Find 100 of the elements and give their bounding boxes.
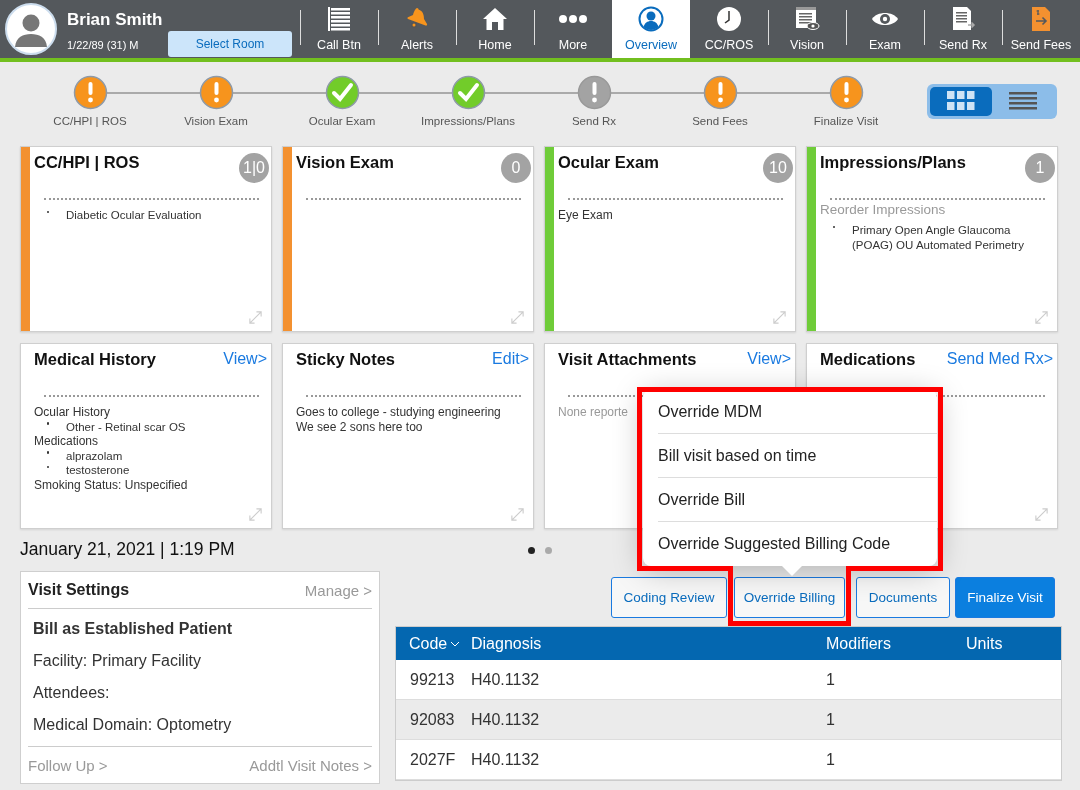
page-dot[interactable]: [545, 547, 552, 554]
visit-notes-link[interactable]: Addtl Visit Notes >: [249, 756, 372, 774]
nav-tab[interactable]: Send Rx: [924, 0, 1002, 58]
list-item: testosterone: [66, 463, 130, 478]
patient-name: Brian Smith: [67, 9, 163, 30]
expand-icon[interactable]: [1034, 507, 1049, 522]
document-arrow-icon: [950, 6, 976, 32]
card-text: Smoking Status: Unspecified: [34, 477, 189, 492]
card-title: Ocular Exam: [558, 153, 659, 172]
check-icon: [324, 75, 360, 110]
expand-icon[interactable]: [510, 310, 525, 325]
card-text: Ocular History: [34, 405, 111, 420]
table-cell-text: 92083: [409, 710, 456, 729]
document-eye-icon: [794, 6, 820, 32]
view-button[interactable]: [930, 86, 992, 116]
step-label: Send Rx: [571, 115, 617, 127]
table-cell-text: 99213: [409, 670, 456, 689]
sort-chevron-icon[interactable]: [450, 640, 461, 647]
menu-item[interactable]: Bill visit based on time: [658, 434, 937, 478]
card-text: We see 2 sons here too: [296, 419, 424, 434]
table-cell-text: H40.1132: [471, 710, 541, 729]
nav-tab[interactable]: Home: [456, 0, 534, 58]
manage-link[interactable]: Manage >: [304, 581, 372, 599]
select-room-button[interactable]: Select Room: [168, 31, 292, 57]
card-text: Medications: [34, 434, 100, 449]
check-icon: [450, 75, 486, 110]
blinds-icon: [326, 6, 352, 32]
list-item: Diabetic Ocular Evaluation: [66, 208, 202, 223]
card-link[interactable]: View>: [223, 350, 267, 368]
expand-icon[interactable]: [248, 507, 263, 522]
reorder-link[interactable]: Reorder Impressions: [820, 202, 1045, 217]
count-badge: 0: [501, 153, 531, 183]
page-dot[interactable]: [528, 547, 535, 554]
patient-dob: 1/22/89 (31) M: [67, 38, 140, 51]
empty-text: None reporte: [558, 405, 629, 420]
count-badge: 1: [1025, 153, 1055, 183]
nav-tab[interactable]: CC/ROS: [690, 0, 768, 58]
panel-title: Visit Settings: [28, 581, 130, 599]
card-link[interactable]: Send Med Rx>: [946, 350, 1053, 368]
action-button[interactable]: Coding Review: [611, 577, 727, 618]
grid-icon: [947, 91, 975, 111]
card-link[interactable]: View>: [747, 350, 791, 368]
table-cell-text: 1: [826, 670, 836, 689]
column-header[interactable]: Code: [396, 634, 471, 653]
follow-up-link[interactable]: Follow Up >: [28, 756, 108, 774]
setting-text: Facility: Primary Facility: [33, 651, 202, 670]
table-cell-text: H40.1132: [471, 670, 541, 689]
person-icon: [638, 6, 664, 32]
nav-tab[interactable]: More: [534, 0, 612, 58]
list-icon: [1009, 91, 1037, 111]
warning-icon: [702, 75, 738, 110]
visit-date: January 21, 2021 | 1:19 PM: [20, 539, 236, 560]
nav-tab[interactable]: Send Fees: [1002, 0, 1080, 58]
avatar-icon: [5, 3, 57, 55]
card-link[interactable]: Edit>: [492, 350, 529, 368]
table-cell-text: 1: [826, 750, 836, 769]
expand-icon[interactable]: [772, 310, 787, 325]
list-item: Primary Open Angle Glaucoma (POAG) OU Automated Perimetry: [852, 223, 1025, 252]
nav-tab[interactable]: Vision: [768, 0, 846, 58]
menu-item[interactable]: Override MDM: [658, 390, 937, 434]
list-item: alprazolam: [66, 448, 123, 463]
table-cell-text: H40.1132: [471, 750, 541, 769]
action-button[interactable]: Override Billing: [734, 577, 845, 618]
menu-item[interactable]: Override Suggested Billing Code: [658, 522, 937, 566]
step-label: Ocular Exam: [308, 115, 376, 127]
table-cell-text: 2027F: [409, 750, 457, 769]
column-header: Units: [966, 634, 1004, 653]
action-button[interactable]: Finalize Visit: [955, 577, 1055, 618]
nav-tab[interactable]: Alerts: [378, 0, 456, 58]
card-title: Visit Attachments: [558, 350, 697, 369]
column-header: Modifiers: [826, 634, 892, 653]
warning-icon: [828, 75, 864, 110]
count-badge: 1|0: [239, 153, 269, 183]
nav-tab[interactable]: Overview: [612, 0, 690, 58]
warning-icon: [198, 75, 234, 110]
step-label: Impressions/Plans: [421, 115, 515, 127]
setting-text: Medical Domain: Optometry: [33, 715, 233, 734]
column-header: Diagnosis: [471, 634, 543, 653]
step-label: Finalize Visit: [813, 115, 879, 127]
nav-tab[interactable]: Exam: [846, 0, 924, 58]
card-title: Medical History: [34, 350, 156, 369]
setting-text: Bill as Established Patient: [33, 619, 234, 638]
step-label: CC/HPI | ROS: [53, 115, 127, 127]
expand-icon[interactable]: [248, 310, 263, 325]
table-cell-text: 1: [826, 710, 836, 729]
setting-text: Attendees:: [33, 683, 111, 702]
expand-icon[interactable]: [1034, 310, 1049, 325]
step-label: Send Fees: [692, 115, 748, 127]
card-title: Medications: [820, 350, 916, 369]
card-title: Sticky Notes: [296, 350, 396, 369]
expand-icon[interactable]: [510, 507, 525, 522]
card-text: Eye Exam: [558, 208, 614, 223]
clock-icon: [716, 6, 742, 32]
count-badge: 10: [763, 153, 793, 183]
nav-tab[interactable]: Call Btn: [300, 0, 378, 58]
home-icon: [482, 6, 508, 32]
list-item: Other - Retinal scar OS: [66, 419, 186, 434]
action-button[interactable]: Documents: [856, 577, 950, 618]
menu-item[interactable]: Override Bill: [658, 478, 937, 522]
warning-icon: [72, 75, 108, 110]
